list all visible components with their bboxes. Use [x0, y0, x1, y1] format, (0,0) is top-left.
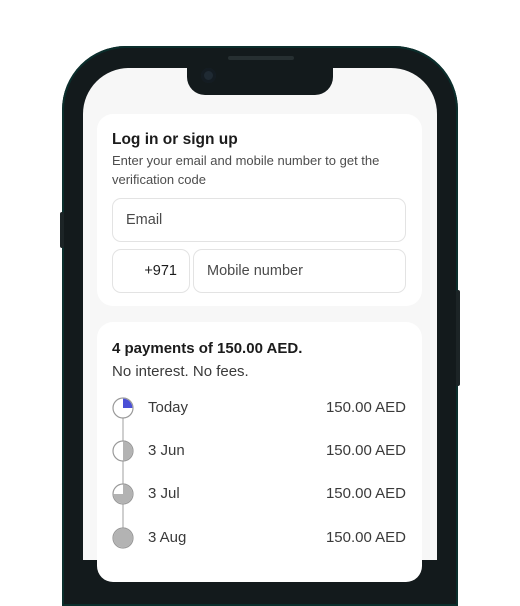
- schedule-date: 3 Aug: [148, 529, 187, 546]
- login-title: Log in or sign up: [112, 131, 238, 148]
- phone-power-button: [456, 290, 460, 386]
- schedule-row: 3 Jun 150.00 AED: [112, 439, 406, 463]
- schedule-amount: 150.00 AED: [325, 442, 406, 459]
- email-input[interactable]: [112, 198, 406, 242]
- three-quarter-pie-icon: [112, 483, 134, 505]
- schedule-date: 3 Jun: [148, 442, 185, 459]
- phone-speaker: [228, 56, 294, 60]
- schedule-amount: 150.00 AED: [325, 485, 406, 502]
- payment-plan-subtitle: No interest. No fees.: [112, 363, 249, 380]
- schedule-row: Today 150.00 AED: [112, 396, 406, 420]
- phone-side-button: [60, 212, 64, 248]
- payment-plan-title: 4 payments of 150.00 AED.: [112, 340, 303, 357]
- schedule-amount: 150.00 AED: [325, 399, 406, 416]
- schedule-date: 3 Jul: [148, 485, 180, 502]
- schedule-row: 3 Jul 150.00 AED: [112, 482, 406, 506]
- schedule-timeline: [122, 418, 124, 538]
- schedule-row: 3 Aug 150.00 AED: [112, 526, 406, 550]
- camera-icon: [201, 68, 216, 83]
- country-code-selector[interactable]: +971: [112, 249, 190, 293]
- half-pie-icon: [112, 440, 134, 462]
- full-pie-icon: [112, 527, 134, 549]
- quarter-pie-icon: [112, 397, 134, 419]
- login-subtitle: Enter your email and mobile number to ge…: [112, 153, 380, 187]
- schedule-date: Today: [148, 399, 189, 416]
- country-code-label: +971: [144, 263, 177, 279]
- schedule-amount: 150.00 AED: [325, 529, 406, 546]
- mobile-number-input[interactable]: [193, 249, 406, 293]
